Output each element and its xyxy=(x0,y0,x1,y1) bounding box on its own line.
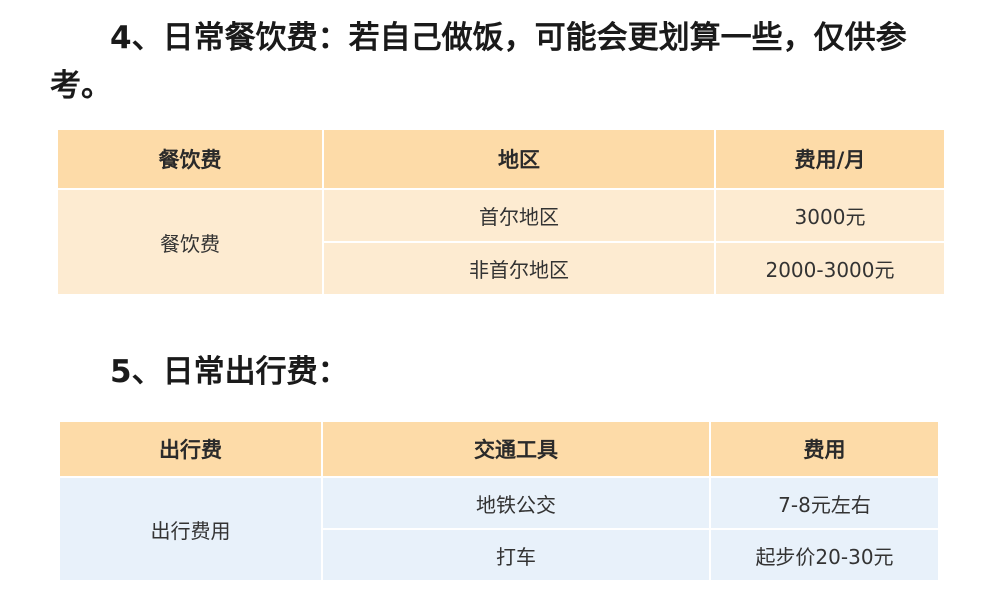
section-heading-travel: 5、日常出行费： xyxy=(110,354,349,390)
transport-cell: 地铁公交 xyxy=(321,476,711,530)
section-heading-food: 4、日常餐饮费：若自己做饭，可能会更划算一些，仅供参考。 xyxy=(50,20,907,104)
category-cell: 餐饮费 xyxy=(56,188,324,296)
cost-cell: 7-8元左右 xyxy=(709,476,940,530)
cost-cell: 2000-3000元 xyxy=(714,241,946,296)
column-header-region: 地区 xyxy=(322,128,716,190)
cost-cell: 3000元 xyxy=(714,188,946,243)
column-header-cost: 费用/月 xyxy=(714,128,946,190)
column-header-transport: 交通工具 xyxy=(321,420,711,478)
category-cell: 出行费用 xyxy=(58,476,323,582)
travel-cost-table: 出行费 交通工具 费用 出行费用 地铁公交 7-8元左右 打车 起步价20-30… xyxy=(58,420,940,582)
region-cell: 首尔地区 xyxy=(322,188,716,243)
column-header-category: 出行费 xyxy=(58,420,323,478)
column-header-cost: 费用 xyxy=(709,420,940,478)
transport-cell: 打车 xyxy=(321,528,711,582)
food-cost-table: 餐饮费 地区 费用/月 餐饮费 首尔地区 3000元 非首尔地区 2000-30… xyxy=(56,128,946,296)
table-row: 餐饮费 首尔地区 3000元 xyxy=(56,188,946,296)
column-header-category: 餐饮费 xyxy=(56,128,324,190)
cost-cell: 起步价20-30元 xyxy=(709,528,940,582)
table-header-row: 出行费 交通工具 费用 xyxy=(58,420,940,478)
region-cell: 非首尔地区 xyxy=(322,241,716,296)
table-row: 出行费用 地铁公交 7-8元左右 xyxy=(58,476,940,582)
table-header-row: 餐饮费 地区 费用/月 xyxy=(56,128,946,190)
